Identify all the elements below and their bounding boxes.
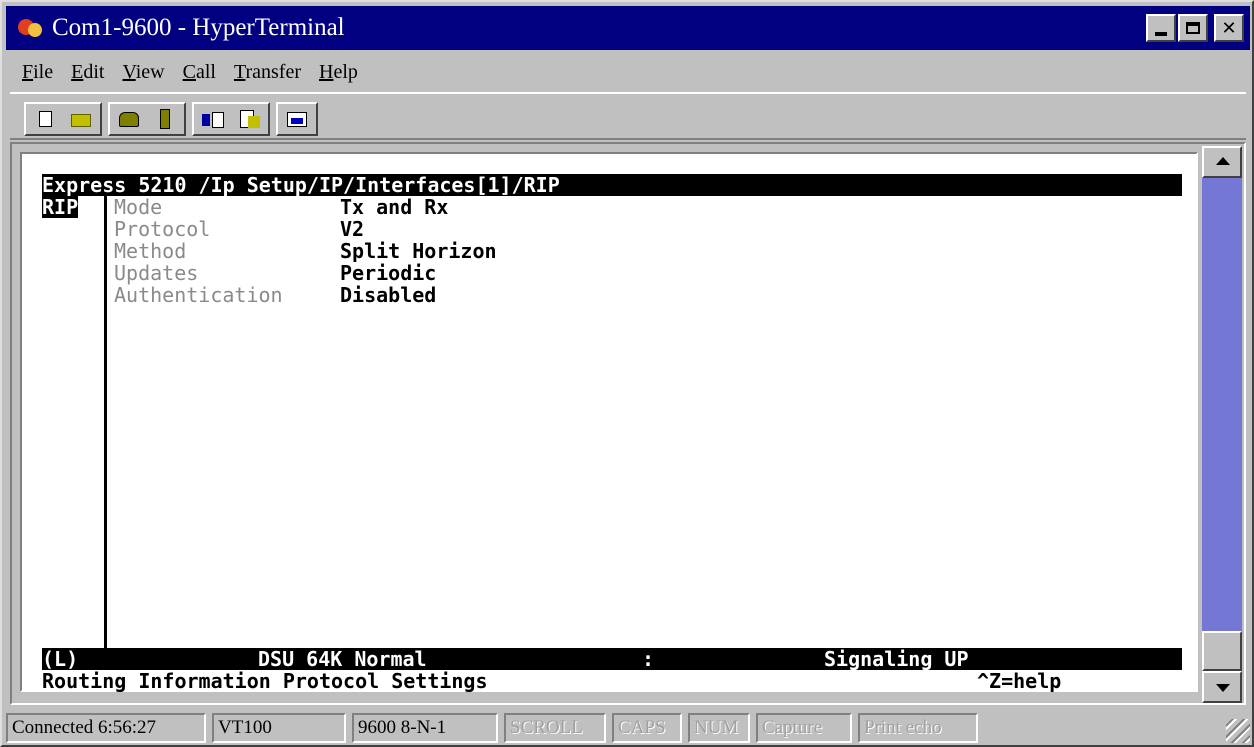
- terminal-client-area: Express 5210 /Ip Setup/IP/Interfaces[1]/…: [10, 142, 1246, 705]
- maximize-icon: [1186, 22, 1200, 34]
- status-connected: Connected 6:56:27: [6, 712, 206, 743]
- hyperterminal-window: Com1-9600 - HyperTerminal ✕ File Edit Vi…: [0, 0, 1254, 747]
- send-icon[interactable]: [196, 106, 230, 132]
- field-name-mode: Mode: [114, 195, 163, 219]
- connect-icon[interactable]: [112, 106, 146, 132]
- status-num: NUM: [688, 712, 750, 743]
- status-emulation: VT100: [212, 712, 346, 743]
- terminal-footer: Routing Information Protocol Settings: [42, 669, 488, 693]
- field-name-method: Method: [114, 239, 187, 263]
- vertical-scrollbar[interactable]: [1202, 146, 1242, 703]
- vertical-divider: [104, 196, 107, 648]
- status-line-signaling: Signaling UP: [824, 647, 969, 671]
- title-bar[interactable]: Com1-9600 - HyperTerminal ✕: [6, 6, 1250, 50]
- resize-grip-icon[interactable]: [1226, 719, 1250, 743]
- close-icon: ✕: [1221, 17, 1237, 39]
- open-icon[interactable]: [64, 106, 98, 132]
- arrow-down-icon: [1216, 684, 1230, 692]
- new-icon[interactable]: [28, 106, 62, 132]
- status-line-separator: :: [642, 647, 655, 671]
- help-hint: ^Z=help: [977, 669, 1062, 693]
- field-name-protocol: Protocol: [114, 217, 211, 241]
- terminal-text: Express 5210 /Ip Setup/IP/Interfaces[1]/…: [42, 174, 1202, 694]
- toolbar-group-properties: [276, 102, 318, 136]
- field-name-updates: Updates: [114, 261, 199, 285]
- toolbar: [10, 92, 1246, 140]
- scroll-thumb[interactable]: [1202, 631, 1242, 671]
- menu-edit[interactable]: Edit: [71, 61, 104, 84]
- close-button[interactable]: ✕: [1214, 14, 1244, 42]
- arrow-up-icon: [1216, 157, 1230, 165]
- minimize-icon: [1155, 32, 1167, 36]
- receive-icon[interactable]: [232, 106, 266, 132]
- field-value-method[interactable]: Split Horizon: [340, 240, 497, 262]
- toolbar-group-file: [24, 102, 102, 136]
- disconnect-icon[interactable]: [148, 106, 182, 132]
- hyperterminal-app-icon[interactable]: [18, 15, 44, 41]
- status-line-dsu: DSU 64K Normal: [258, 647, 427, 671]
- status-settings: 9600 8-N-1: [352, 712, 498, 743]
- terminal-status-line: [42, 648, 1182, 670]
- menu-call[interactable]: Call: [183, 61, 216, 84]
- terminal-header: Express 5210 /Ip Setup/IP/Interfaces[1]/…: [42, 174, 1182, 196]
- status-scroll: SCROLL: [504, 712, 606, 743]
- terminal-screen[interactable]: Express 5210 /Ip Setup/IP/Interfaces[1]/…: [20, 152, 1198, 692]
- status-capture: Capture: [756, 712, 852, 743]
- menu-transfer[interactable]: Transfer: [234, 61, 301, 84]
- maximize-button[interactable]: [1178, 14, 1208, 42]
- status-line-mode: (L): [42, 647, 79, 671]
- section-label: RIP: [42, 195, 79, 219]
- toolbar-group-transfer: [192, 102, 270, 136]
- toolbar-group-call: [108, 102, 186, 136]
- menu-help[interactable]: Help: [319, 61, 358, 84]
- field-value-updates[interactable]: Periodic: [340, 262, 436, 284]
- menu-bar: File Edit View Call Transfer Help: [10, 54, 358, 90]
- field-value-protocol[interactable]: V2: [340, 218, 364, 240]
- window-title: Com1-9600 - HyperTerminal: [52, 14, 345, 41]
- field-value-authentication[interactable]: Disabled: [340, 284, 436, 306]
- status-caps: CAPS: [612, 712, 682, 743]
- field-name-authentication: Authentication: [114, 283, 283, 307]
- minimize-button[interactable]: [1146, 14, 1176, 42]
- status-print-echo: Print echo: [858, 712, 978, 743]
- status-bar: Connected 6:56:27 VT100 9600 8-N-1 SCROL…: [6, 710, 1252, 745]
- window-controls: ✕: [1146, 14, 1244, 42]
- properties-icon[interactable]: [280, 106, 314, 132]
- menu-view[interactable]: View: [122, 61, 164, 84]
- scroll-down-button[interactable]: [1202, 671, 1242, 703]
- menu-file[interactable]: File: [22, 61, 53, 84]
- scroll-up-button[interactable]: [1202, 146, 1242, 178]
- field-value-mode[interactable]: Tx and Rx: [340, 196, 448, 218]
